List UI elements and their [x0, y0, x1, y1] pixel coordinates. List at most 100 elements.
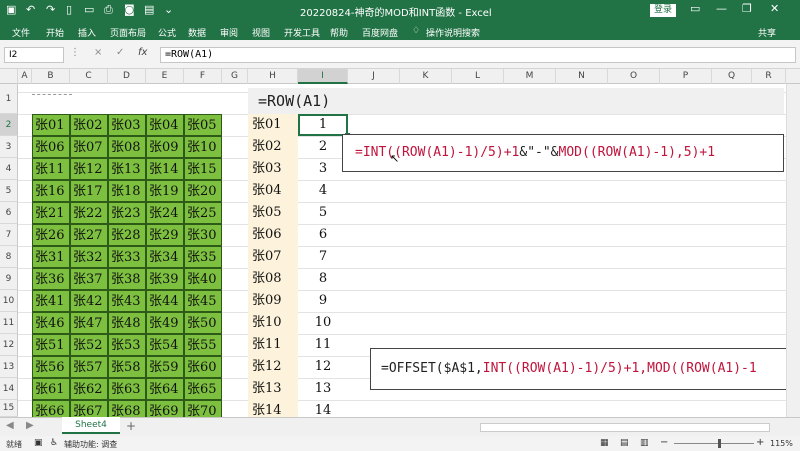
tab-help[interactable]: 帮助 — [330, 26, 348, 39]
h-column-cell[interactable]: 张06 — [248, 224, 298, 246]
green-grid-cell[interactable]: 张09 — [146, 136, 184, 158]
row-header[interactable]: 11 — [0, 312, 18, 334]
restore-icon[interactable]: ❐ — [742, 2, 752, 15]
i-column-cell[interactable]: 5 — [298, 202, 348, 224]
green-grid-cell[interactable]: 张62 — [70, 378, 108, 400]
row-header[interactable]: 9 — [0, 268, 18, 290]
green-grid-cell[interactable]: 张59 — [146, 356, 184, 378]
page-layout-view-icon[interactable]: ▤ — [620, 438, 629, 448]
row-header[interactable]: 12 — [0, 334, 18, 356]
zoom-level[interactable]: 115% — [770, 439, 793, 448]
row-header[interactable]: 7 — [0, 224, 18, 246]
i-column-cell[interactable]: 7 — [298, 246, 348, 268]
column-header[interactable]: D — [108, 69, 146, 84]
row-header[interactable]: 3 — [0, 136, 18, 158]
green-grid-cell[interactable]: 张16 — [32, 180, 70, 202]
green-grid-cell[interactable]: 张60 — [184, 356, 222, 378]
row-header[interactable]: 1 — [0, 84, 18, 114]
h-column-cell[interactable]: 张08 — [248, 268, 298, 290]
select-all-corner[interactable] — [0, 69, 18, 84]
h-column-cell[interactable]: 张10 — [248, 312, 298, 334]
row-header[interactable]: 8 — [0, 246, 18, 268]
new-icon[interactable]: ▯ — [66, 3, 72, 16]
i-column-cell[interactable]: 14 — [298, 400, 348, 417]
green-grid-cell[interactable]: 张12 — [70, 158, 108, 180]
photo-icon[interactable]: ▤ — [144, 3, 154, 16]
green-grid-cell[interactable]: 张45 — [184, 290, 222, 312]
h-column-cell[interactable]: 张11 — [248, 334, 298, 356]
ribbon-display-icon[interactable]: ▭ — [690, 2, 700, 15]
i-column-cell[interactable]: 3 — [298, 158, 348, 180]
green-grid-cell[interactable]: 张61 — [32, 378, 70, 400]
green-grid-cell[interactable]: 张48 — [108, 312, 146, 334]
login-button[interactable]: 登录 — [650, 4, 676, 17]
green-grid-cell[interactable]: 张38 — [108, 268, 146, 290]
column-header[interactable]: G — [222, 69, 248, 84]
green-grid-cell[interactable]: 张27 — [70, 224, 108, 246]
green-grid-cell[interactable]: 张18 — [108, 180, 146, 202]
green-grid-cell[interactable]: 张67 — [70, 400, 108, 417]
h-column-cell[interactable]: 张13 — [248, 378, 298, 400]
column-header[interactable]: Q — [712, 69, 752, 84]
tell-me-search[interactable]: 操作说明搜索 — [426, 26, 480, 39]
i-column-cell[interactable]: 6 — [298, 224, 348, 246]
column-header[interactable]: B — [32, 69, 70, 84]
tab-insert[interactable]: 插入 — [78, 26, 96, 39]
green-grid-cell[interactable]: 张11 — [32, 158, 70, 180]
column-header[interactable]: N — [556, 69, 608, 84]
green-grid-cell[interactable]: 张05 — [184, 114, 222, 136]
tab-file[interactable]: 文件 — [12, 26, 30, 39]
column-header[interactable]: F — [184, 69, 222, 84]
green-grid-cell[interactable]: 张04 — [146, 114, 184, 136]
prev-sheet-icon[interactable]: ◀ — [6, 420, 14, 431]
green-grid-cell[interactable]: 张07 — [70, 136, 108, 158]
name-box[interactable]: I2 — [4, 47, 64, 63]
h-column-cell[interactable]: 张02 — [248, 136, 298, 158]
green-grid-cell[interactable]: 张31 — [32, 246, 70, 268]
green-grid-cell[interactable]: 张52 — [70, 334, 108, 356]
h-column-cell[interactable]: 张03 — [248, 158, 298, 180]
green-grid-cell[interactable]: 张47 — [70, 312, 108, 334]
i-column-cell[interactable]: 13 — [298, 378, 348, 400]
save-icon[interactable]: ▣ — [6, 3, 16, 16]
row-header[interactable]: 5 — [0, 180, 18, 202]
zoom-out-icon[interactable]: − — [660, 437, 668, 448]
green-grid-cell[interactable]: 张14 — [146, 158, 184, 180]
green-grid-cell[interactable]: 张08 — [108, 136, 146, 158]
tab-formulas[interactable]: 公式 — [158, 26, 176, 39]
green-grid-cell[interactable]: 张29 — [146, 224, 184, 246]
green-grid-cell[interactable]: 张19 — [146, 180, 184, 202]
column-header[interactable]: E — [146, 69, 184, 84]
green-grid-cell[interactable]: 张41 — [32, 290, 70, 312]
page-break-view-icon[interactable]: ▥ — [640, 438, 649, 448]
green-grid-cell[interactable]: 张70 — [184, 400, 222, 417]
green-grid-cell[interactable]: 张13 — [108, 158, 146, 180]
green-grid-cell[interactable]: 张24 — [146, 202, 184, 224]
column-header[interactable]: J — [348, 69, 400, 84]
horizontal-scrollbar[interactable] — [480, 423, 770, 432]
green-grid-cell[interactable]: 张36 — [32, 268, 70, 290]
zoom-slider-thumb[interactable] — [718, 439, 721, 448]
green-grid-cell[interactable]: 张33 — [108, 246, 146, 268]
row-header[interactable]: 15 — [0, 400, 18, 417]
undo-icon[interactable]: ↶ — [26, 3, 35, 16]
green-grid-cell[interactable]: 张65 — [184, 378, 222, 400]
green-grid-cell[interactable]: 张57 — [70, 356, 108, 378]
column-header[interactable]: P — [660, 69, 712, 84]
i-column-cell[interactable]: 9 — [298, 290, 348, 312]
row-header-active[interactable]: 2 — [0, 114, 18, 136]
i-column-cell[interactable]: 4 — [298, 180, 348, 202]
tab-home[interactable]: 开始 — [46, 26, 64, 39]
column-header[interactable]: R — [752, 69, 786, 84]
green-grid-cell[interactable]: 张39 — [146, 268, 184, 290]
green-grid-cell[interactable]: 张06 — [32, 136, 70, 158]
green-grid-cell[interactable]: 张46 — [32, 312, 70, 334]
green-grid-cell[interactable]: 张44 — [146, 290, 184, 312]
tab-view[interactable]: 视图 — [252, 26, 270, 39]
column-header[interactable]: C — [70, 69, 108, 84]
i-column-cell[interactable]: 12 — [298, 356, 348, 378]
green-grid-cell[interactable]: 张50 — [184, 312, 222, 334]
green-grid-cell[interactable]: 张10 — [184, 136, 222, 158]
row-header[interactable]: 13 — [0, 356, 18, 378]
row-header[interactable]: 10 — [0, 290, 18, 312]
